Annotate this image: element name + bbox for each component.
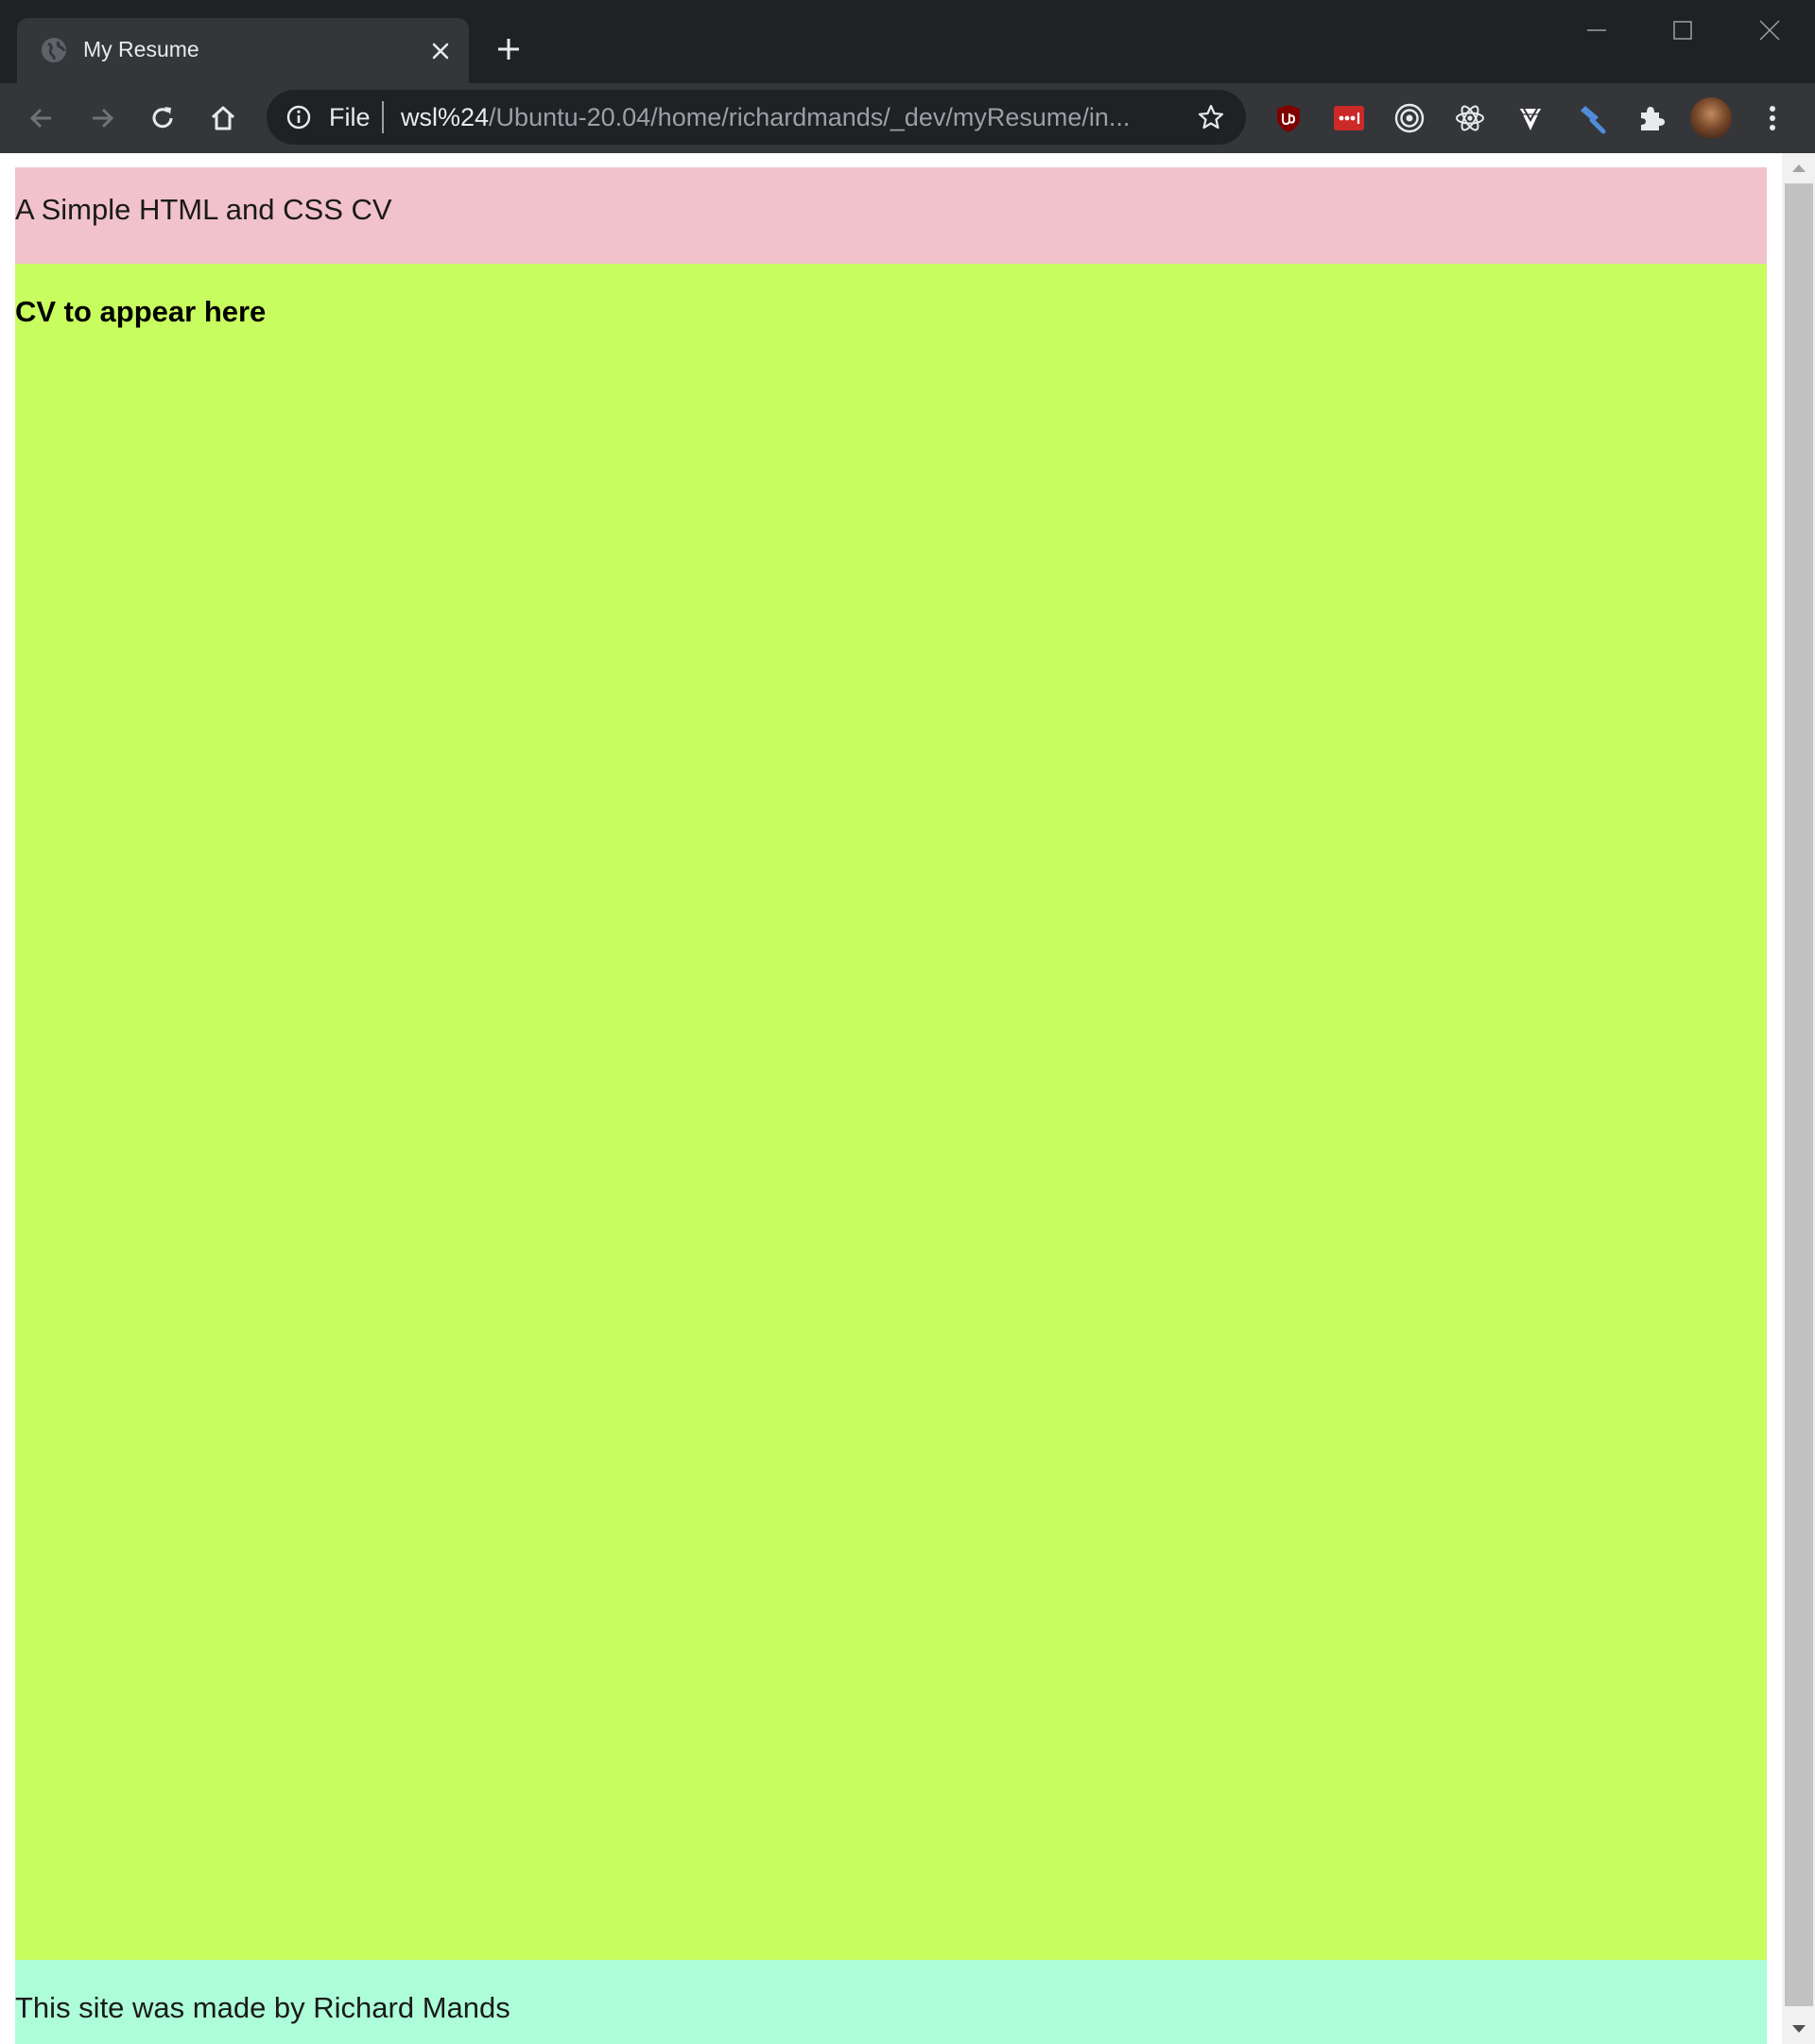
back-arrow-icon[interactable] — [25, 101, 59, 135]
forward-arrow-icon[interactable] — [85, 101, 119, 135]
browser-titlebar: My Resume — [0, 0, 1815, 83]
close-window-icon[interactable] — [1747, 13, 1792, 47]
footer-text: This site was made by Richard Mands — [15, 1991, 510, 2024]
address-bar[interactable]: File wsl%24/Ubuntu-20.04/home/richardman… — [267, 90, 1246, 145]
close-tab-icon[interactable] — [427, 38, 454, 64]
new-tab-icon[interactable] — [493, 34, 524, 64]
tab-title: My Resume — [83, 37, 199, 61]
scroll-down-arrow-icon[interactable] — [1789, 2021, 1808, 2036]
page-header: A Simple HTML and CSS CV — [15, 167, 1767, 264]
url-text[interactable]: wsl%24/Ubuntu-20.04/home/richardmands/_d… — [401, 103, 1157, 132]
info-icon[interactable] — [285, 104, 312, 130]
url-path: /Ubuntu-20.04/home/richardmands/_dev/myR… — [489, 103, 1131, 131]
vertical-scrollbar[interactable] — [1782, 153, 1815, 2044]
reload-icon[interactable] — [146, 101, 180, 135]
maximize-window-icon[interactable] — [1660, 13, 1705, 47]
react-devtools-icon[interactable] — [1453, 101, 1487, 135]
extensions-puzzle-icon[interactable] — [1634, 101, 1668, 135]
main-heading: CV to appear here — [15, 295, 267, 328]
profile-avatar[interactable] — [1690, 97, 1732, 139]
home-icon[interactable] — [206, 101, 240, 135]
browser-toolbar: File wsl%24/Ubuntu-20.04/home/richardman… — [0, 83, 1815, 153]
lastpass-icon[interactable] — [1332, 101, 1366, 135]
header-title: A Simple HTML and CSS CV — [15, 193, 392, 226]
vue-devtools-icon[interactable] — [1513, 101, 1547, 135]
url-host: wsl%24 — [401, 103, 490, 131]
bookmark-star-icon[interactable] — [1197, 103, 1225, 131]
hammer-icon[interactable] — [1574, 101, 1608, 135]
tab-my-resume[interactable]: My Resume — [17, 18, 469, 83]
page-footer: This site was made by Richard Mands — [15, 1960, 1767, 2044]
globe-icon — [42, 38, 66, 62]
address-separator — [382, 101, 384, 133]
page-main: CV to appear here — [15, 264, 1767, 1960]
scroll-up-arrow-icon[interactable] — [1789, 161, 1808, 176]
page-viewport: A Simple HTML and CSS CV CV to appear he… — [0, 153, 1815, 2044]
ublock-origin-icon[interactable] — [1271, 101, 1305, 135]
url-scheme-label: File — [329, 103, 371, 131]
kebab-menu-icon[interactable] — [1755, 101, 1789, 135]
target-icon[interactable] — [1392, 101, 1426, 135]
minimize-window-icon[interactable] — [1574, 13, 1619, 47]
scrollbar-thumb[interactable] — [1785, 183, 1813, 2006]
